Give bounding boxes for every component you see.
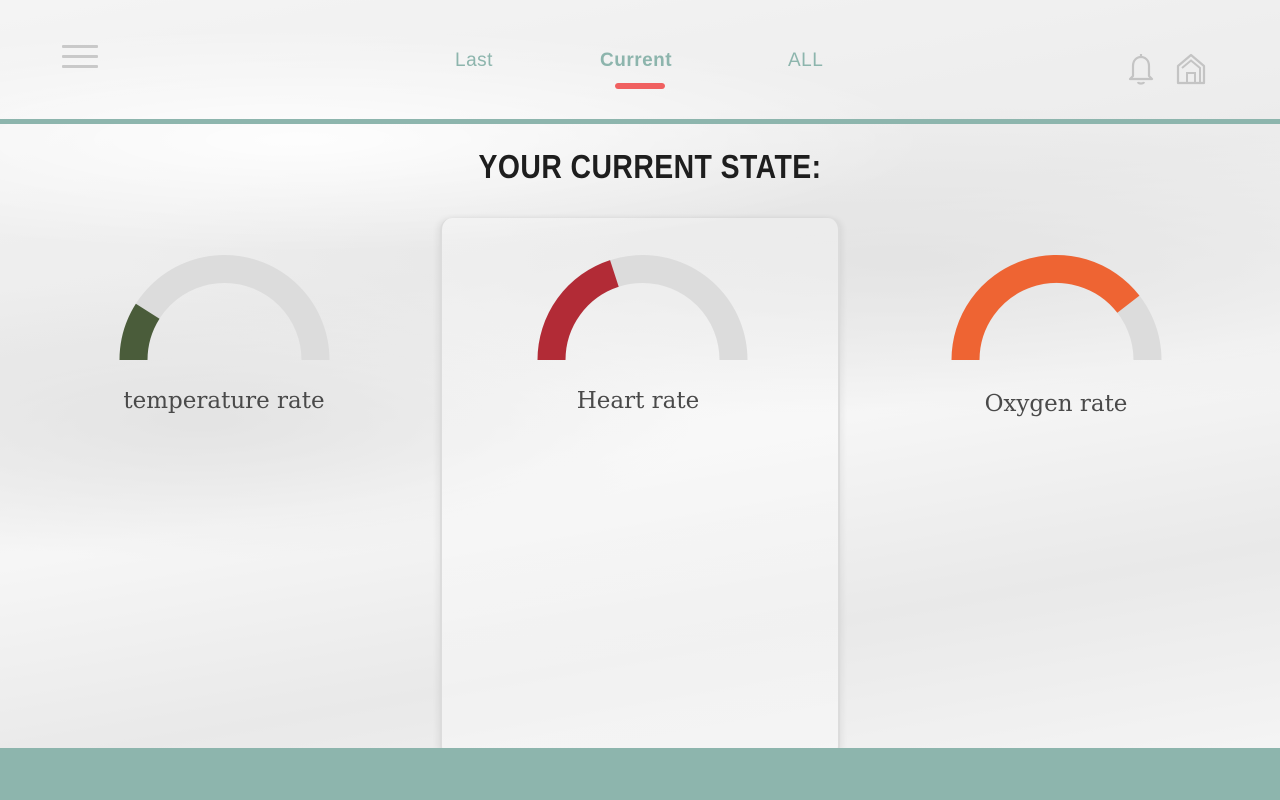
home-icon[interactable]: [1174, 52, 1208, 88]
gauge-track: [119, 255, 330, 361]
footer-bar: [0, 748, 1280, 800]
oxygen-gauge: [951, 255, 1162, 361]
header-bar: Last Current ALL: [0, 0, 1280, 118]
tab-current[interactable]: Current: [600, 50, 672, 72]
gauge-fill: [951, 255, 1140, 361]
bell-icon[interactable]: [1125, 52, 1159, 88]
oxygen-rate-label: Oxygen rate: [984, 391, 1128, 417]
temperature-gauge: [119, 255, 330, 361]
tab-last[interactable]: Last: [455, 50, 493, 72]
heart-rate-gauge: [537, 255, 748, 361]
menu-icon[interactable]: [62, 45, 98, 69]
gauge-fill: [537, 260, 620, 361]
page-title: YOUR CURRENT STATE:: [478, 148, 822, 185]
header-divider: [0, 119, 1280, 124]
active-tab-indicator: [615, 83, 665, 89]
tab-all[interactable]: ALL: [788, 50, 823, 72]
heart-rate-label: Heart rate: [576, 388, 700, 414]
temperature-rate-label: temperature rate: [123, 388, 325, 414]
gauge-fill: [119, 303, 160, 361]
